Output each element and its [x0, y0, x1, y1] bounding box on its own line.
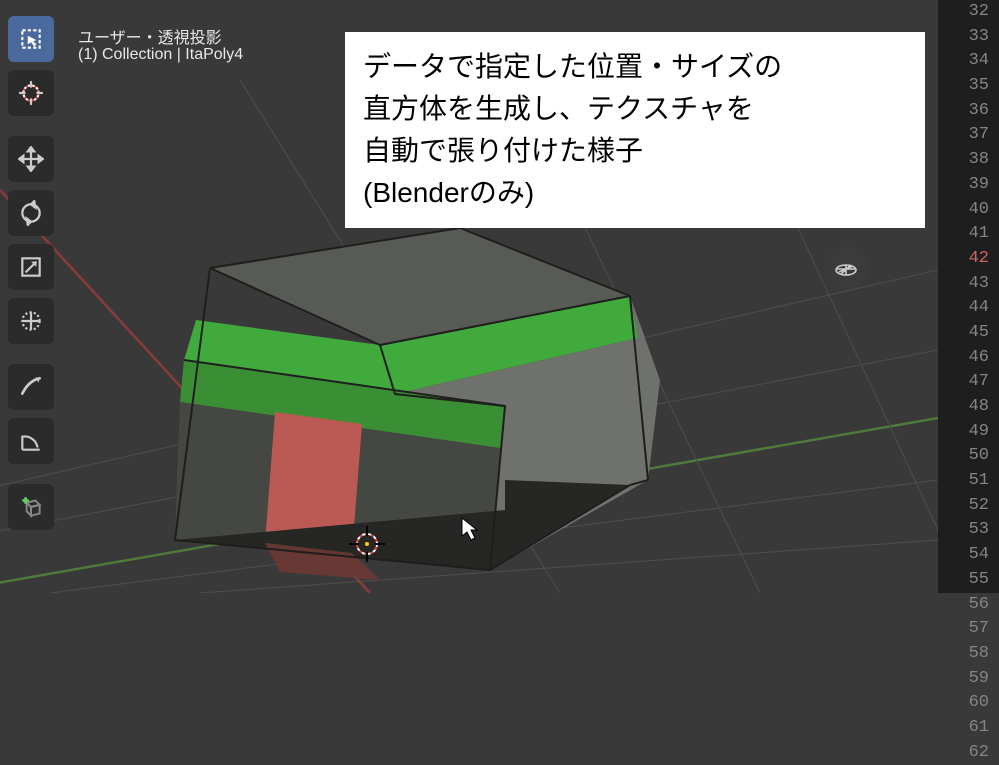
- viewport-3d[interactable]: ユーザー・透視投影 (1) Collection | ItaPoly4: [0, 0, 938, 593]
- tool-annotate[interactable]: [8, 364, 54, 410]
- line-number: 36: [938, 99, 999, 124]
- line-number-gutter: 3233343536373839404142434445464748495051…: [938, 0, 999, 593]
- line-number: 51: [938, 469, 999, 494]
- line-number: 39: [938, 173, 999, 198]
- annotation-overlay: データで指定した位置・サイズの 直方体を生成し、テクスチャを 自動で張り付けた様…: [345, 32, 925, 228]
- line-number: 56: [938, 593, 999, 618]
- tool-measure[interactable]: [8, 418, 54, 464]
- line-number: 34: [938, 49, 999, 74]
- tool-add-cube[interactable]: [8, 484, 54, 530]
- annotation-line: データで指定した位置・サイズの: [363, 46, 907, 88]
- transform-icon: [18, 308, 44, 334]
- line-number: 62: [938, 741, 999, 765]
- line-number: 37: [938, 123, 999, 148]
- viewport-grid-icon: [834, 256, 858, 280]
- line-number: 61: [938, 716, 999, 741]
- select-box-icon: [18, 26, 44, 52]
- tool-move[interactable]: [8, 136, 54, 182]
- scale-icon: [18, 254, 44, 280]
- tool-cursor[interactable]: [8, 70, 54, 116]
- line-number: 43: [938, 272, 999, 297]
- viewport-gizmo-panel: [824, 246, 868, 290]
- line-number: 35: [938, 74, 999, 99]
- measure-icon: [18, 428, 44, 454]
- cursor-3d: [347, 524, 387, 564]
- line-number: 38: [938, 148, 999, 173]
- line-number: 50: [938, 444, 999, 469]
- tool-scale[interactable]: [8, 244, 54, 290]
- annotation-line: 自動で張り付けた様子: [363, 130, 907, 172]
- annotate-icon: [18, 374, 44, 400]
- toolbar: [8, 16, 54, 530]
- line-number: 58: [938, 642, 999, 667]
- line-number: 55: [938, 568, 999, 593]
- line-number: 49: [938, 420, 999, 445]
- cube-mesh[interactable]: [100, 180, 690, 593]
- viewport-subtitle: (1) Collection | ItaPoly4: [78, 46, 243, 64]
- move-icon: [18, 146, 44, 172]
- line-number: 33: [938, 25, 999, 50]
- tool-transform[interactable]: [8, 298, 54, 344]
- cursor-icon: [18, 80, 44, 106]
- annotation-line: (Blenderのみ): [363, 172, 907, 214]
- annotation-line: 直方体を生成し、テクスチャを: [363, 88, 907, 130]
- line-number: 32: [938, 0, 999, 25]
- viewport-title: ユーザー・透視投影: [78, 24, 222, 48]
- tool-select-box[interactable]: [8, 16, 54, 62]
- line-number: 44: [938, 296, 999, 321]
- rotate-icon: [18, 200, 44, 226]
- line-number: 53: [938, 518, 999, 543]
- add-cube-icon: [18, 494, 44, 520]
- line-number: 45: [938, 321, 999, 346]
- line-number: 54: [938, 543, 999, 568]
- line-number: 52: [938, 494, 999, 519]
- line-number: 60: [938, 691, 999, 716]
- line-number: 48: [938, 395, 999, 420]
- line-number: 57: [938, 617, 999, 642]
- line-number: 46: [938, 346, 999, 371]
- line-number: 42: [938, 247, 999, 272]
- line-number: 40: [938, 198, 999, 223]
- viewport-grid-toggle[interactable]: [824, 246, 868, 290]
- line-number: 47: [938, 370, 999, 395]
- mouse-pointer: [460, 516, 480, 542]
- tool-rotate[interactable]: [8, 190, 54, 236]
- line-number: 59: [938, 667, 999, 692]
- line-number: 41: [938, 222, 999, 247]
